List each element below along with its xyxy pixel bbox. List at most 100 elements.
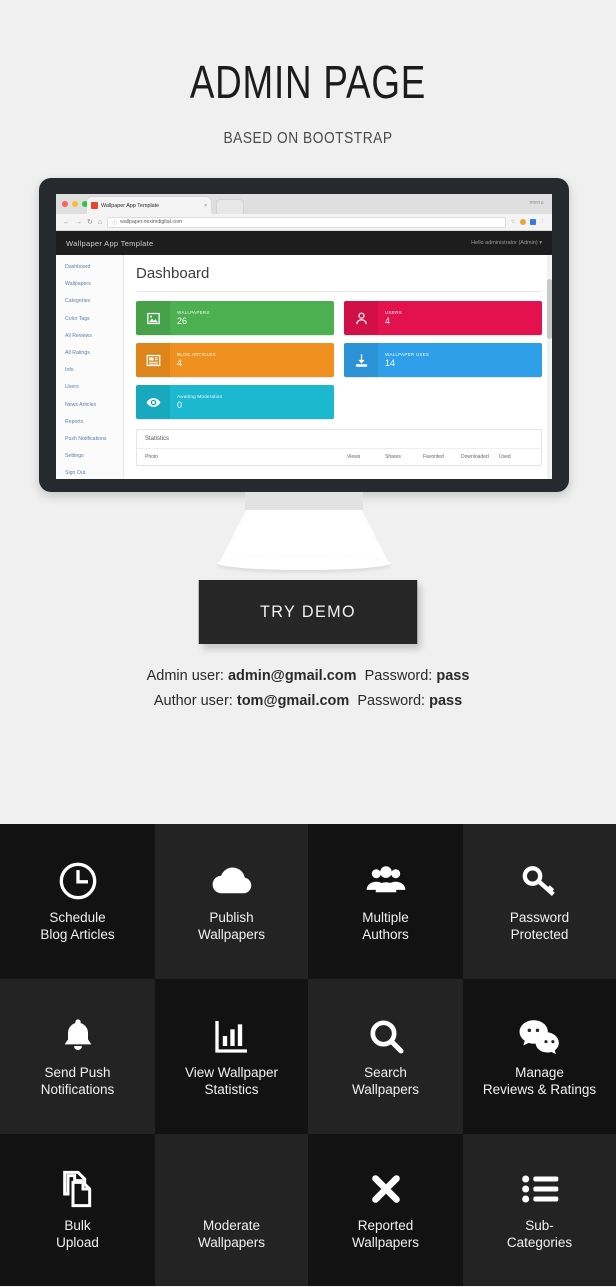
dashboard-title: Dashboard <box>136 265 210 282</box>
sidebar-item-wallpapers[interactable]: Wallpapers <box>65 281 123 287</box>
feature-tile-label: Moderate Wallpapers <box>197 1218 266 1250</box>
user-icon <box>344 301 378 335</box>
statistics-column-downloaded[interactable]: Downloaded <box>461 454 495 460</box>
admin-user-value: admin@gmail.com <box>227 668 357 684</box>
image-icon <box>136 301 170 335</box>
key-icon <box>520 861 560 901</box>
stat-card-wallpaper-uses[interactable]: WALLPAPER USES 14 <box>344 343 542 377</box>
admin-password-label: Password: <box>364 668 433 684</box>
comments-icon <box>518 1016 562 1056</box>
feature-tile-label: Multiple Authors <box>362 909 409 942</box>
sidebar-item-reports[interactable]: Reports <box>65 419 123 425</box>
clock-icon <box>58 861 98 901</box>
feature-tile-password-protected[interactable]: Password Protected <box>463 824 616 979</box>
extension-blue-icon[interactable] <box>529 219 536 225</box>
feature-tile-publish-wallpapers[interactable]: Publish Wallpapers <box>155 824 308 979</box>
sidebar-item-dashboard[interactable]: Dashboard <box>65 264 123 270</box>
statistics-heading: Statistics <box>145 436 170 442</box>
user-menu[interactable]: Hello administrator (Admin) ▾ <box>471 240 542 246</box>
feature-tile-search-wallpapers[interactable]: Search Wallpapers <box>308 979 463 1134</box>
bell-icon <box>58 1016 98 1056</box>
url-input[interactable]: ⓘ wallpaper.neximdigital.com <box>107 216 506 228</box>
close-window-icon[interactable] <box>62 201 68 207</box>
sidebar-item-sign-out[interactable]: Sign Out <box>65 470 123 476</box>
feature-tile-send-push-notifications[interactable]: Send Push Notifications <box>0 979 155 1134</box>
statistics-column-favorited[interactable]: Favorited <box>423 454 457 460</box>
statistics-column-photo[interactable]: Photo <box>145 454 343 460</box>
scrollbar-track[interactable] <box>547 255 552 479</box>
statistics-column-views[interactable]: Views <box>347 454 381 460</box>
home-icon[interactable]: ⌂ <box>98 219 102 226</box>
feature-tile-manage-reviews-ratings[interactable]: Manage Reviews & Ratings <box>463 979 616 1134</box>
sidebar-item-color-tags[interactable]: Color Tags <box>65 316 123 322</box>
stat-card-awaiting-moderation[interactable]: Awaiting Moderation 0 <box>136 385 334 419</box>
list-icon <box>520 1169 560 1209</box>
feature-tile-bulk-upload[interactable]: Bulk Upload <box>0 1134 155 1286</box>
browser-menu-label[interactable]: menu <box>529 200 544 206</box>
extension-orange-icon[interactable] <box>519 219 526 225</box>
forward-icon[interactable]: → <box>75 219 82 226</box>
page-title: ADMIN PAGE <box>189 56 427 108</box>
feature-tile-sub-categories[interactable]: Sub- Categories <box>463 1134 616 1286</box>
monitor-stand-base <box>217 556 391 570</box>
monitor-stand-neck <box>245 492 363 510</box>
feature-tile-moderate-wallpapers[interactable]: Moderate Wallpapers <box>155 1134 308 1286</box>
stat-card-value: 4 <box>385 316 391 326</box>
new-tab-button[interactable] <box>216 199 244 214</box>
back-icon[interactable]: ← <box>63 219 70 226</box>
app-brand[interactable]: Wallpaper App Template <box>66 239 153 248</box>
sidebar-item-all-reviews[interactable]: All Reviews <box>65 333 123 339</box>
statistics-column-used[interactable]: Used <box>499 454 533 460</box>
browser-tab-title: Wallpaper App Template <box>101 202 160 209</box>
stat-card-blog-articles[interactable]: BLOG ARTICLES 4 <box>136 343 334 377</box>
stat-card-wallpapers[interactable]: WALLPAPERS 26 <box>136 301 334 335</box>
feature-tile-schedule-blog-articles[interactable]: Schedule Blog Articles <box>0 824 155 979</box>
statistics-column-shares[interactable]: Shares <box>385 454 419 460</box>
author-user-label: Author user: <box>153 693 233 709</box>
stat-card-users[interactable]: USERS 4 <box>344 301 542 335</box>
feature-tile-multiple-authors[interactable]: Multiple Authors <box>308 824 463 979</box>
admin-user-label: Admin user: <box>146 668 224 684</box>
feature-tile-view-wallpaper-statistics[interactable]: View Wallpaper Statistics <box>155 979 308 1134</box>
author-password-value: pass <box>429 693 463 709</box>
minimize-window-icon[interactable] <box>72 201 78 207</box>
cloud-upload-icon <box>211 861 253 901</box>
sidebar-item-categories[interactable]: Categories <box>65 298 123 304</box>
window-controls[interactable] <box>62 201 88 207</box>
feature-grid: Schedule Blog Articles Publish Wallpapers Mu… <box>0 824 616 1286</box>
reload-icon[interactable]: ↻ <box>87 219 93 226</box>
stat-card-column-left: WALLPAPERS 26 BLOG ARTICLES 4 Awaiting Moder… <box>136 301 334 419</box>
stat-card-column-right: USERS 4 WALLPAPER USES 14 <box>344 301 542 419</box>
stat-card-value: 14 <box>385 358 396 368</box>
scrollbar-thumb[interactable] <box>547 279 552 339</box>
monitor-bezel: Wallpaper App Template × menu ← → ↻ ⌂ ⓘ … <box>39 178 569 492</box>
try-demo-button[interactable]: TRY DEMO <box>198 580 418 644</box>
feature-tile-label: Search Wallpapers <box>351 1064 420 1097</box>
url-text: wallpaper.neximdigital.com <box>120 219 183 225</box>
author-credentials-line: Author user: tom@gmail.com Password: pas… <box>0 689 616 714</box>
page-subtitle: BASED ON BOOTSTRAP <box>223 130 393 147</box>
app-header: Wallpaper App Template Hello administrat… <box>56 231 552 255</box>
feature-tile-label: Schedule Blog Articles <box>40 909 115 942</box>
stat-card-label: Awaiting Moderation <box>177 394 223 399</box>
feature-tile-label: Password Protected <box>509 909 570 942</box>
sidebar-item-settings[interactable]: Settings <box>65 453 123 459</box>
sidebar-item-users[interactable]: Users <box>65 384 123 390</box>
feature-tile-label: Reported Wallpapers <box>351 1218 420 1250</box>
stat-card-label: WALLPAPER USES <box>385 352 430 357</box>
feature-tile-reported-wallpapers[interactable]: Reported Wallpapers <box>308 1134 463 1286</box>
monitor-screen: Wallpaper App Template × menu ← → ↻ ⌂ ⓘ … <box>56 194 552 479</box>
sidebar-item-info[interactable]: Info <box>65 367 123 373</box>
sidebar-item-news-articles[interactable]: News Articles <box>65 402 123 408</box>
app-body: Dashboard Wallpapers Categories Color Tags A… <box>56 255 552 479</box>
overflow-menu-icon[interactable]: ⋮ <box>540 219 546 225</box>
stat-card-label: USERS <box>385 310 402 315</box>
sidebar-item-push-notifications[interactable]: Push Notifications <box>65 436 123 442</box>
author-user-value: tom@gmail.com <box>236 693 350 709</box>
sidebar-item-all-ratings[interactable]: All Ratings <box>65 350 123 356</box>
close-tab-icon[interactable]: × <box>204 203 207 209</box>
stat-card-label: WALLPAPERS <box>177 310 210 315</box>
browser-tab[interactable]: Wallpaper App Template × <box>87 197 211 214</box>
monitor-mockup: Wallpaper App Template × menu ← → ↻ ⌂ ⓘ … <box>0 178 616 598</box>
bookmark-star-icon[interactable]: ☆ <box>511 219 516 225</box>
